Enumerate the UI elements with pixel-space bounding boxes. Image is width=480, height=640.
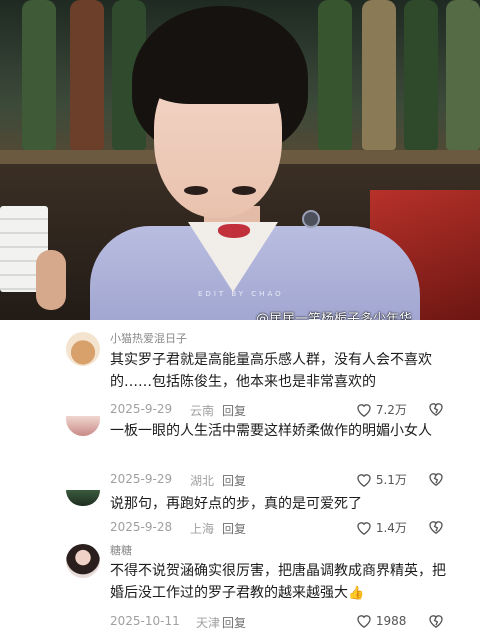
bottle <box>446 0 480 150</box>
comment-username[interactable]: 糖糖 <box>110 542 132 558</box>
like-button[interactable]: 5.1万 <box>356 471 407 489</box>
like-count: 1988 <box>375 614 407 628</box>
woman-figure <box>80 0 440 320</box>
user-avatar[interactable] <box>66 332 100 366</box>
video-frame[interactable]: EDIT BY CHAO @居居一笑杨栀子多少年华 <box>0 0 480 320</box>
like-count: 1.4万 <box>375 521 407 535</box>
heart-icon <box>357 404 371 417</box>
edit-credit: EDIT BY CHAO <box>198 290 284 298</box>
broken-heart-icon <box>429 521 443 534</box>
comment-location: 上海 <box>190 522 215 536</box>
dislike-button[interactable] <box>428 519 444 537</box>
reply-button[interactable]: 回复 <box>222 402 246 419</box>
bottle <box>22 0 56 150</box>
comment-date: 2025-10-11 <box>110 614 180 628</box>
heart-icon <box>357 474 371 487</box>
eye <box>232 186 256 195</box>
broken-heart-icon <box>429 615 443 628</box>
broken-heart-icon <box>429 473 443 486</box>
user-avatar[interactable] <box>66 490 100 506</box>
comment-location: 湖北 <box>190 474 215 488</box>
comment-date: 2025-9-29 <box>110 402 173 416</box>
thumbs-up-icon: 👍 <box>348 586 365 601</box>
comment-meta: 2025-9-29 湖北 回复 5.1万 <box>110 472 450 490</box>
heart-icon <box>357 522 371 535</box>
coat-button <box>302 210 320 228</box>
like-button[interactable]: 1988 <box>356 613 406 631</box>
hand <box>36 250 66 310</box>
broken-heart-icon <box>429 403 443 416</box>
heart-icon <box>357 615 371 628</box>
lips <box>218 224 250 238</box>
comment-text-body: 不得不说贺涵确实很厉害，把唐晶调教成商界精英，把婚后没工作过的罗子君教的越来越强… <box>110 563 446 601</box>
reply-button[interactable]: 回复 <box>222 520 246 537</box>
comment-meta: 2025-10-11 天津 回复 1988 <box>110 614 450 632</box>
user-avatar[interactable] <box>66 544 100 578</box>
hair-fringe <box>142 18 300 104</box>
comment-location: 云南 <box>190 404 215 418</box>
comment-meta: 2025-9-28 上海 回复 1.4万 <box>110 520 450 538</box>
user-avatar[interactable] <box>66 416 100 436</box>
comment-text: 一板一眼的人生活中需要这样娇柔做作的明媚小女人 <box>110 423 432 439</box>
comment-date: 2025-9-29 <box>110 472 173 486</box>
dislike-button[interactable] <box>428 401 444 419</box>
like-button[interactable]: 7.2万 <box>356 401 407 419</box>
comment-text: 说那句，再跑好点的步，真的是可爱死了 <box>110 496 362 512</box>
dislike-button[interactable] <box>428 471 444 489</box>
comment-text: 不得不说贺涵确实很厉害，把唐晶调教成商界精英，把婚后没工作过的罗子君教的越来越强… <box>110 560 450 605</box>
dislike-button[interactable] <box>428 613 444 631</box>
comment-meta: 2025-9-29 云南 回复 7.2万 <box>110 402 450 420</box>
comment-date: 2025-9-28 <box>110 520 173 534</box>
channel-watermark: @居居一笑杨栀子多少年华 <box>256 312 413 320</box>
like-count: 7.2万 <box>375 403 407 417</box>
comment-location: 天津 <box>196 616 221 630</box>
comment-text: 其实罗子君就是高能量高乐感人群，没有人会不喜欢的……包括陈俊生，他本来也是非常喜… <box>110 352 432 390</box>
comment-list: 小猫热爱混日子 其实罗子君就是高能量高乐感人群，没有人会不喜欢的……包括陈俊生，… <box>0 320 480 640</box>
reply-button[interactable]: 回复 <box>222 472 246 489</box>
like-count: 5.1万 <box>375 473 407 487</box>
like-button[interactable]: 1.4万 <box>356 519 407 537</box>
eye <box>184 186 208 195</box>
reply-button[interactable]: 回复 <box>222 614 246 631</box>
comment-username[interactable]: 小猫热爱混日子 <box>110 330 187 346</box>
